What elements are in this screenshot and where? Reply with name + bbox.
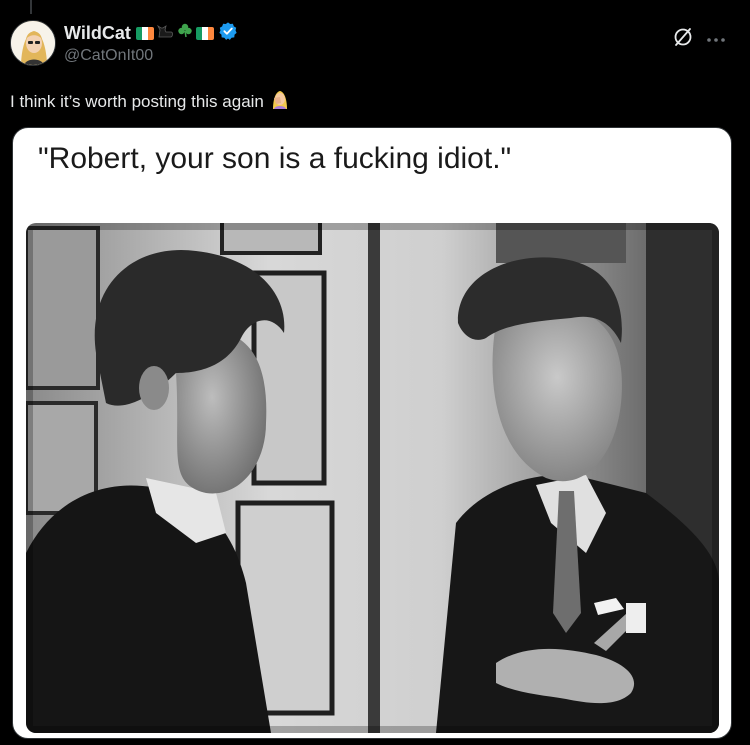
grok-icon[interactable] <box>672 26 694 53</box>
ireland-flag-icon <box>195 26 214 40</box>
tweet-body: I think it’s worth posting this again <box>10 91 264 111</box>
tweet-header: WildCat @CatOnIt00 <box>0 0 750 90</box>
tweet-text: I think it’s worth posting this again <box>10 88 290 115</box>
name-badges <box>135 23 214 43</box>
tweet-media-image[interactable]: "Robert, your son is a fucking idiot." <box>12 127 732 739</box>
verified-badge-icon[interactable] <box>218 21 238 46</box>
shamrock-icon <box>177 23 193 43</box>
display-name[interactable]: WildCat <box>64 23 131 44</box>
more-options-icon[interactable] <box>706 31 726 49</box>
black-and-white-photo <box>26 223 719 733</box>
black-cat-icon <box>156 24 174 43</box>
ireland-flag-icon <box>135 26 154 40</box>
avatar[interactable] <box>10 20 56 66</box>
user-handle[interactable]: @CatOnIt00 <box>64 47 153 65</box>
woman-facepalming-icon <box>270 88 290 115</box>
meme-caption: "Robert, your son is a fucking idiot." <box>38 142 512 175</box>
